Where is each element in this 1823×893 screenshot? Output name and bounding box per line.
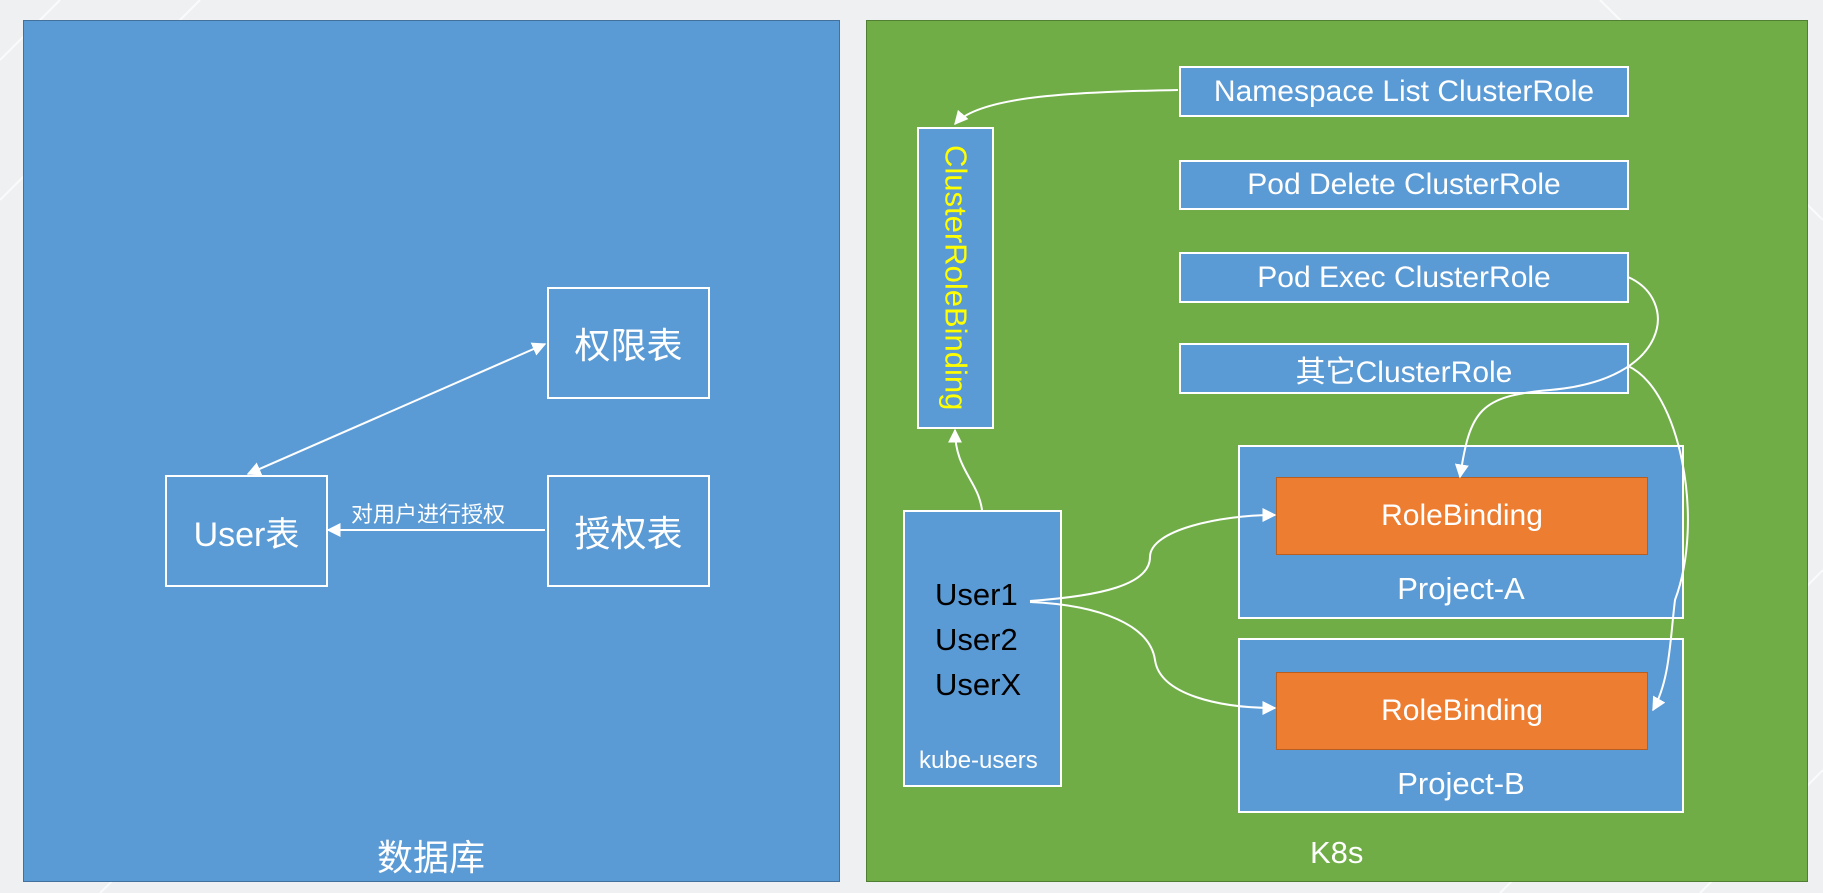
user-permission-arrow bbox=[246, 342, 547, 476]
other-to-rolebinding-b-arrow bbox=[1627, 365, 1689, 712]
user1-to-rolebinding-b-arrow bbox=[1029, 601, 1277, 715]
connectors bbox=[246, 89, 1689, 715]
podexec-to-rolebinding-a-arrow bbox=[1454, 276, 1659, 479]
user1-to-rolebinding-a-arrow bbox=[1029, 508, 1277, 602]
users-to-binding-arrow bbox=[948, 428, 983, 511]
namespace-to-binding-arrow bbox=[954, 89, 1179, 126]
